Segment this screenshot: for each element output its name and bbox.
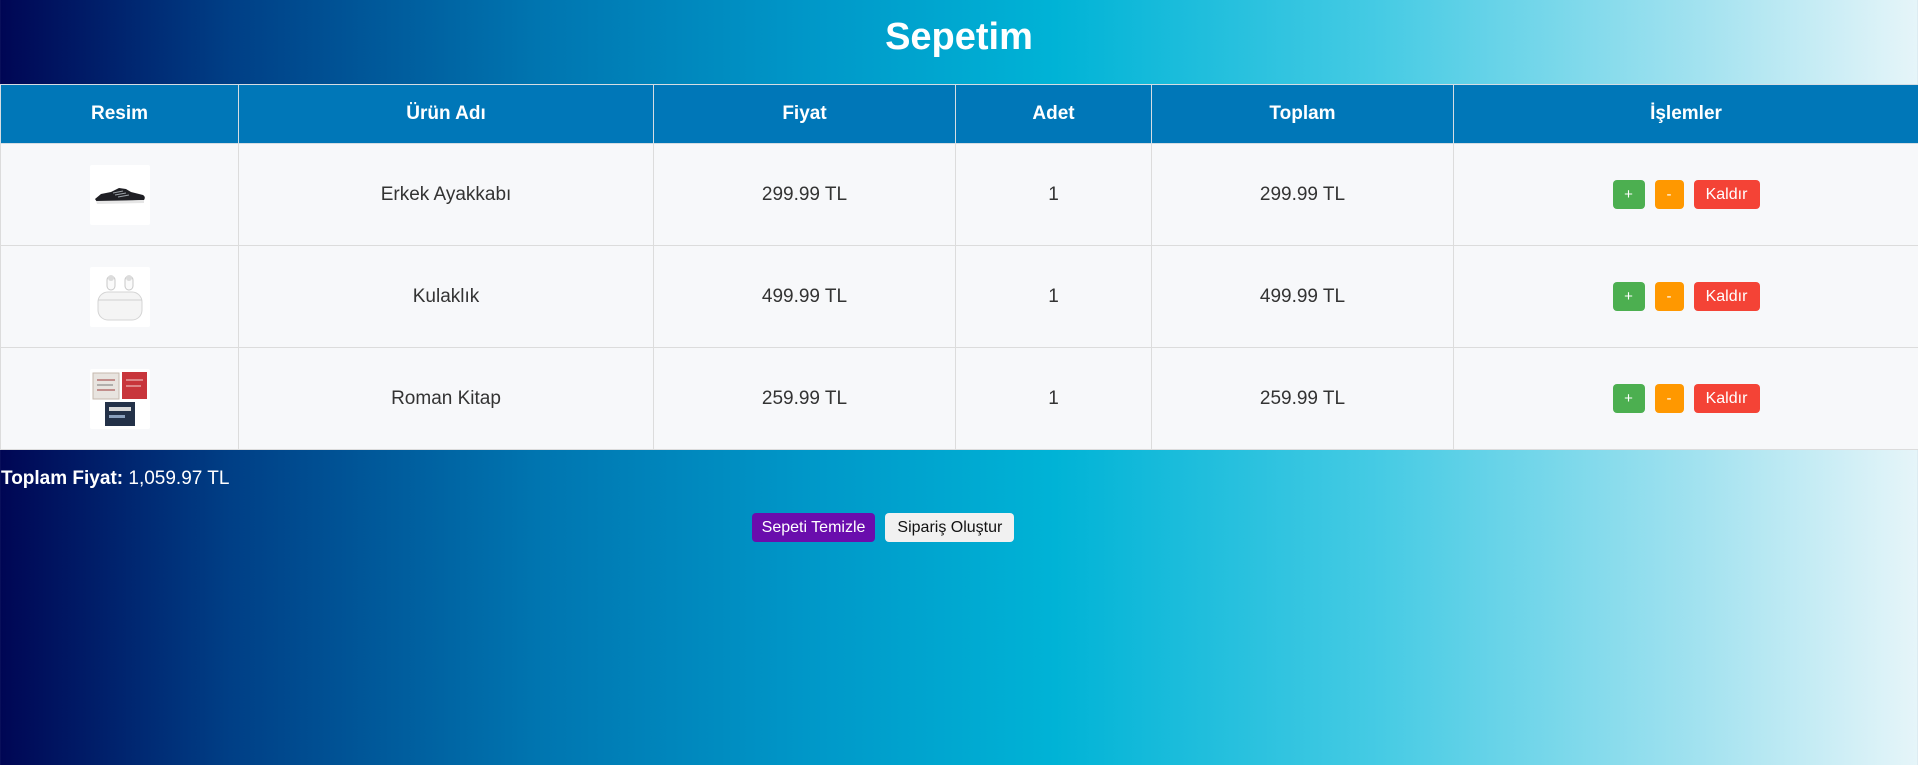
books-icon [89, 368, 150, 429]
decrease-quantity-button[interactable]: - [1654, 180, 1684, 209]
product-price: 299.99 TL [653, 143, 956, 246]
increase-quantity-button[interactable]: + [1612, 384, 1645, 413]
earbuds-icon [89, 266, 150, 327]
decrease-quantity-button[interactable]: - [1654, 384, 1684, 413]
create-order-button[interactable]: Sipariş Oluştur [885, 513, 1015, 542]
product-actions: + - Kaldır [1453, 245, 1918, 348]
product-actions: + - Kaldır [1453, 143, 1918, 246]
decrease-quantity-button[interactable]: - [1654, 282, 1684, 311]
column-header-price: Fiyat [653, 84, 956, 144]
cart-footer-actions: Sepeti Temizle Sipariş Oluştur [0, 513, 1918, 542]
product-quantity: 1 [955, 347, 1152, 450]
product-total: 299.99 TL [1151, 143, 1454, 246]
cart-total: Toplam Fiyat: 1,059.97 TL [1, 468, 229, 490]
cart-total-label: Toplam Fiyat: [1, 468, 124, 489]
shoe-icon [89, 164, 150, 225]
column-header-total: Toplam [1151, 84, 1454, 144]
product-price: 499.99 TL [653, 245, 956, 348]
column-header-quantity: Adet [955, 84, 1152, 144]
increase-quantity-button[interactable]: + [1612, 282, 1645, 311]
product-price: 259.99 TL [653, 347, 956, 450]
table-row: Roman Kitap 259.99 TL 1 259.99 TL + - Ka… [0, 347, 1918, 450]
product-name: Kulaklık [238, 245, 654, 348]
page-title: Sepetim [885, 16, 1033, 58]
column-header-image: Resim [0, 84, 239, 144]
cart-total-value: 1,059.97 TL [128, 468, 230, 489]
remove-item-button[interactable]: Kaldır [1693, 384, 1760, 413]
product-quantity: 1 [955, 143, 1152, 246]
remove-item-button[interactable]: Kaldır [1693, 180, 1760, 209]
product-total: 259.99 TL [1151, 347, 1454, 450]
product-image-cell [0, 143, 239, 246]
product-total: 499.99 TL [1151, 245, 1454, 348]
product-name: Roman Kitap [238, 347, 654, 450]
product-image-cell [0, 347, 239, 450]
table-row: Erkek Ayakkabı 299.99 TL 1 299.99 TL + -… [0, 143, 1918, 246]
product-name: Erkek Ayakkabı [238, 143, 654, 246]
product-quantity: 1 [955, 245, 1152, 348]
column-header-actions: İşlemler [1453, 84, 1918, 144]
increase-quantity-button[interactable]: + [1612, 180, 1645, 209]
product-image-cell [0, 245, 239, 348]
column-header-product-name: Ürün Adı [238, 84, 654, 144]
table-header-row: Resim Ürün Adı Fiyat Adet Toplam İşlemle… [0, 84, 1918, 144]
clear-cart-button[interactable]: Sepeti Temizle [751, 513, 876, 542]
remove-item-button[interactable]: Kaldır [1693, 282, 1760, 311]
table-row: Kulaklık 499.99 TL 1 499.99 TL + - Kaldı… [0, 245, 1918, 348]
cart-table: Resim Ürün Adı Fiyat Adet Toplam İşlemle… [0, 84, 1918, 450]
product-actions: + - Kaldır [1453, 347, 1918, 450]
